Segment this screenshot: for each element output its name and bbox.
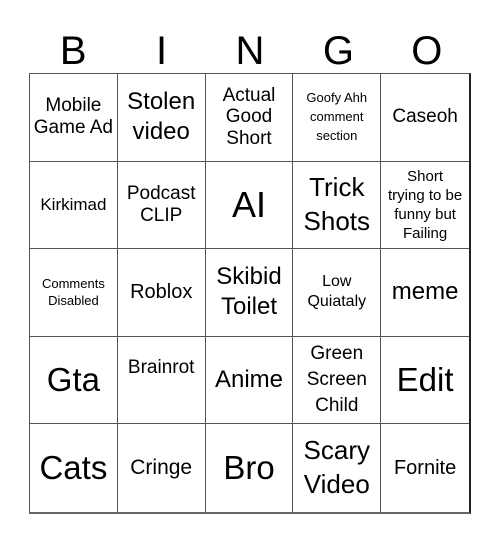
bingo-cell[interactable]: Roblox (117, 249, 206, 337)
header-letter-g: G (322, 29, 354, 73)
bingo-cell[interactable]: Anime (205, 336, 294, 425)
bingo-cell[interactable]: Comments Disabled (30, 249, 118, 337)
header-letter-n: N (235, 29, 265, 73)
header-letter-b: B (59, 29, 87, 73)
bingo-cell[interactable]: Short trying to be funny but Failing (381, 162, 469, 250)
bingo-board: Mobile Game Ad Stolen video Actual Good … (29, 73, 471, 514)
header-letter-o: O (411, 29, 443, 73)
bingo-cell[interactable]: Trick Shots (293, 161, 382, 250)
bingo-cell[interactable]: meme (381, 249, 469, 337)
bingo-cell[interactable]: Gta (30, 336, 118, 425)
bingo-cell[interactable]: Low Quiataly (293, 249, 382, 337)
bingo-cell[interactable]: Actual Good Short (205, 74, 294, 162)
bingo-cell[interactable]: Skibid Toilet (205, 249, 294, 337)
bingo-cell[interactable]: Podcast CLIP (117, 161, 206, 250)
bingo-cell[interactable]: Fornite (381, 424, 469, 512)
bingo-cell[interactable]: Edit (381, 337, 469, 425)
bingo-cell[interactable]: Caseoh (381, 74, 469, 162)
bingo-cell[interactable]: Bro (206, 424, 294, 512)
bingo-cell[interactable]: Brainrot (117, 336, 206, 425)
bingo-cell[interactable]: Green Screen Child (293, 336, 382, 425)
bingo-cell[interactable]: Kirkimad (30, 161, 118, 250)
bingo-cell[interactable]: Cringe (118, 424, 206, 512)
header-letter-i: I (156, 29, 168, 73)
bingo-header: B I N G O (29, 22, 471, 74)
bingo-cell[interactable]: Goofy Ahh comment section (293, 74, 382, 162)
bingo-cell[interactable]: Scary Video (293, 424, 382, 512)
bingo-cell[interactable]: Cats (30, 424, 118, 512)
bingo-cell[interactable]: AI (205, 161, 294, 250)
bingo-cell[interactable]: Mobile Game Ad (30, 74, 118, 162)
bingo-cell[interactable]: Stolen video (117, 74, 206, 162)
